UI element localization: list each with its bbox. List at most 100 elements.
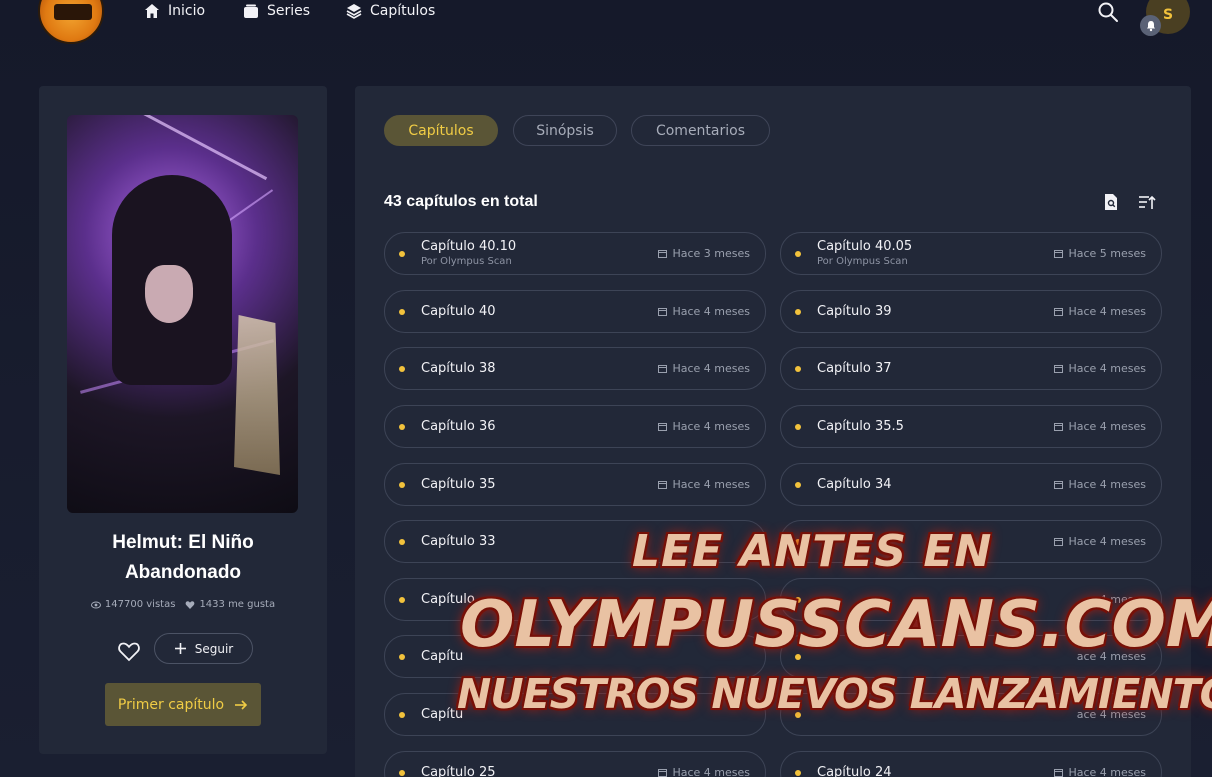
chapter-name: Capítulo 36 <box>421 419 496 434</box>
chapter-date: Hace 4 meses <box>1054 362 1146 375</box>
chapter-name: Capítulo 33 <box>421 534 496 549</box>
top-nav: Inicio Series Capítulos S <box>0 0 1212 56</box>
home-icon <box>145 4 159 18</box>
chapter-date-text: 4 meses <box>1099 593 1146 606</box>
chapter-date: Hace 4 meses <box>1054 478 1146 491</box>
calendar-icon <box>1054 308 1064 316</box>
chapter-item[interactable]: ace 4 meses <box>780 635 1162 678</box>
chapter-date: ace 4 meses <box>1077 650 1146 663</box>
chapter-name: Capítulo 38 <box>421 361 496 376</box>
chapter-date: Hace 3 meses <box>658 247 750 260</box>
chapter-item[interactable]: Capítu <box>384 693 766 736</box>
chapter-item[interactable]: Capítulo 24 Hace 4 meses <box>780 751 1162 777</box>
chapter-date-text: Hace 5 meses <box>1068 247 1146 260</box>
notifications-button[interactable] <box>1140 15 1161 36</box>
calendar-icon <box>658 250 668 258</box>
chapter-item[interactable]: ace 4 meses <box>780 693 1162 736</box>
nav-inicio-label: Inicio <box>168 3 206 19</box>
chapter-item[interactable]: Capítulo 35 Hace 4 meses <box>384 463 766 506</box>
chapter-date-text: Hace 4 meses <box>1068 420 1146 433</box>
chapter-date-text: Hace 4 meses <box>1068 362 1146 375</box>
chapter-name: Capítulo <box>421 592 475 607</box>
chapter-item[interactable]: Capítulo 34 Hace 4 meses <box>780 463 1162 506</box>
chapter-item[interactable]: Capítulo 33 <box>384 520 766 563</box>
likes-stat: 1433 me gusta <box>185 599 275 610</box>
chapter-date-text: Hace 3 meses <box>672 247 750 260</box>
calendar-icon <box>1054 481 1064 489</box>
chapter-date: Hace 4 meses <box>658 305 750 318</box>
chapter-date: Hace 4 meses <box>658 766 750 777</box>
chapter-item[interactable]: Capítulo 38 Hace 4 meses <box>384 347 766 390</box>
avatar-letter: S <box>1162 7 1174 23</box>
tab-capitulos-label: Capítulos <box>408 122 474 139</box>
chapter-item[interactable]: Capítulo 36 Hace 4 meses <box>384 405 766 448</box>
chapter-date-text: Hace 4 meses <box>1068 535 1146 548</box>
tab-comentarios-label: Comentarios <box>655 122 746 139</box>
calendar-icon <box>658 308 668 316</box>
chapter-date: 4 meses <box>1100 593 1146 606</box>
arrow-right-icon <box>235 699 248 710</box>
nav-inicio[interactable]: Inicio <box>144 2 205 20</box>
sort-icon[interactable] <box>1138 193 1156 211</box>
first-chapter-label: Primer capítulo <box>117 696 225 713</box>
chapter-item[interactable]: Capítulo 39 Hace 4 meses <box>780 290 1162 333</box>
follow-button[interactable]: Seguir <box>154 633 253 664</box>
series-card: Helmut: El Niño Abandonado 147700 vistas… <box>39 86 327 754</box>
series-stats: 147700 vistas 1433 me gusta <box>39 599 327 610</box>
tab-sinopsis-label: Sinópsis <box>536 122 594 139</box>
tab-comentarios[interactable]: Comentarios <box>631 115 770 146</box>
chapter-author: Por Olympus Scan <box>817 256 908 267</box>
chapter-item[interactable]: Capítulo <box>384 578 766 621</box>
series-cover-image[interactable] <box>67 115 298 513</box>
chapter-date-text: Hace 4 meses <box>672 362 750 375</box>
heart-small-icon <box>186 600 195 609</box>
layers-icon <box>346 4 362 19</box>
chapter-date-text: Hace 4 meses <box>1068 766 1146 777</box>
chapter-item[interactable]: Capítulo 40.10 Por Olympus Scan Hace 3 m… <box>384 232 766 275</box>
chapter-item[interactable]: 4 meses <box>780 578 1162 621</box>
calendar-icon <box>1054 423 1064 431</box>
calendar-icon <box>658 769 668 777</box>
site-logo[interactable] <box>38 0 104 44</box>
chapter-name: Capítulo 24 <box>817 765 892 777</box>
chapter-date: Hace 4 meses <box>1054 535 1146 548</box>
search-icon[interactable] <box>1097 1 1119 23</box>
likes-count: 1433 me gusta <box>199 599 276 610</box>
search-chapter-icon[interactable] <box>1102 193 1120 211</box>
chapter-item[interactable]: Capítulo 40.05 Por Olympus Scan Hace 5 m… <box>780 232 1162 275</box>
chapter-item[interactable]: Capítu <box>384 635 766 678</box>
chapter-name: Capítulo 40 <box>421 304 496 319</box>
eye-icon <box>90 601 101 608</box>
views-stat: 147700 vistas <box>90 599 175 610</box>
chapter-name: Capítulo 25 <box>421 765 496 777</box>
chapter-item[interactable]: Capítulo 35.5 Hace 4 meses <box>780 405 1162 448</box>
chapter-date-text: ace 4 meses <box>1076 650 1146 663</box>
chapter-item[interactable]: Capítulo 40 Hace 4 meses <box>384 290 766 333</box>
chapter-date-text: Hace 4 meses <box>672 478 750 491</box>
chapters-total: 43 capítulos en total <box>384 193 538 210</box>
nav-capitulos-label: Capítulos <box>370 3 436 19</box>
chapter-date-text: Hace 4 meses <box>1068 305 1146 318</box>
calendar-icon <box>658 365 668 373</box>
calendar-icon <box>1054 250 1064 258</box>
chapter-name: Capítulo 34 <box>817 477 892 492</box>
tab-capitulos[interactable]: Capítulos <box>384 115 498 146</box>
nav-capitulos[interactable]: Capítulos <box>346 2 435 20</box>
chapter-item[interactable]: Hace 4 meses <box>780 520 1162 563</box>
chapter-item[interactable]: Capítulo 37 Hace 4 meses <box>780 347 1162 390</box>
first-chapter-button[interactable]: Primer capítulo <box>105 683 261 726</box>
chapter-name: Capítulo 37 <box>817 361 892 376</box>
folder-icon <box>244 4 258 18</box>
nav-series[interactable]: Series <box>243 2 310 20</box>
like-heart-icon[interactable] <box>117 639 141 663</box>
plus-icon <box>174 643 186 654</box>
chapter-item[interactable]: Capítulo 25 Hace 4 meses <box>384 751 766 777</box>
chapter-date: ace 4 meses <box>1077 708 1146 721</box>
chapter-date-text: Hace 4 meses <box>1068 478 1146 491</box>
calendar-icon <box>658 423 668 431</box>
calendar-icon <box>1054 769 1064 777</box>
series-title: Helmut: El Niño Abandonado <box>112 532 254 583</box>
bell-icon <box>1146 20 1155 31</box>
tab-sinopsis[interactable]: Sinópsis <box>513 115 617 146</box>
chapter-name: Capítu <box>421 649 464 664</box>
